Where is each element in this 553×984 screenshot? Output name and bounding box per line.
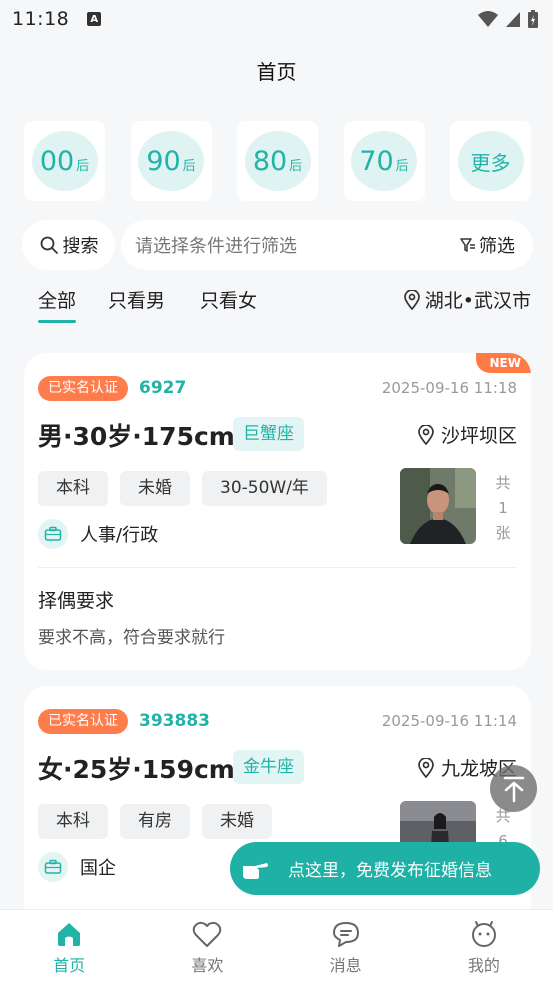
age-filter-suffix: 后: [76, 158, 90, 174]
profile-id: 6927: [139, 378, 187, 398]
profile-headline: 女·25岁·159cm: [38, 755, 235, 784]
photo-count-prefix: 共: [495, 474, 511, 492]
briefcase-icon: [38, 852, 68, 882]
nav-profile-label: 我的: [467, 956, 500, 975]
back-to-top-button[interactable]: [490, 765, 537, 812]
profile-job: 人事/行政: [38, 519, 158, 549]
age-filter-70[interactable]: 70 后: [343, 121, 425, 201]
district-label: 沙坪坝区: [440, 425, 517, 447]
profile-job: 国企: [38, 852, 116, 882]
requirement-title: 择偶要求: [38, 590, 115, 612]
location-pin-icon: [418, 424, 434, 445]
search-label: 搜索: [62, 236, 99, 257]
tag-housing: 有房: [120, 804, 190, 839]
requirement-text: 要求不高，符合要求就行: [38, 628, 225, 648]
profile-card[interactable]: NEW 已实名认证 6927 2025-09-16 11:18 男·30岁·17…: [24, 353, 531, 670]
home-icon: [53, 918, 85, 950]
filter-placeholder: 请选择条件进行筛选: [135, 236, 297, 257]
tab-female[interactable]: 只看女: [200, 286, 257, 313]
publish-banner-button[interactable]: 点这里，免费发布征婚信息: [230, 842, 540, 895]
location-pin-icon: [418, 757, 434, 778]
photo-count-number: 1: [498, 499, 508, 517]
age-filter-suffix: 后: [289, 158, 303, 174]
nav-messages-label: 消息: [329, 956, 362, 975]
search-row: 搜索 请选择条件进行筛选 筛选: [22, 220, 533, 270]
profile-photo[interactable]: [400, 468, 476, 544]
tag-marital: 未婚: [120, 471, 190, 506]
zodiac-badge: 金牛座: [233, 750, 304, 784]
tab-all[interactable]: 全部: [38, 286, 77, 323]
profile-district: 沙坪坝区: [417, 421, 517, 448]
location-selector[interactable]: 湖北•武汉市: [403, 286, 531, 313]
location-label: 湖北•武汉市: [424, 290, 531, 312]
briefcase-icon: [38, 519, 68, 549]
publish-banner-text: 点这里，免费发布征婚信息: [288, 861, 492, 881]
verified-badge: 已实名认证: [38, 709, 128, 734]
age-filter-00[interactable]: 00 后: [24, 121, 105, 201]
nav-likes-label: 喜欢: [191, 956, 224, 975]
filter-input[interactable]: 请选择条件进行筛选 筛选: [121, 220, 533, 270]
tag-marital: 未婚: [202, 804, 272, 839]
tab-male[interactable]: 只看男: [108, 286, 165, 313]
age-filter-suffix: 后: [182, 158, 196, 174]
profile-id: 393883: [139, 711, 210, 731]
heart-icon: [191, 918, 223, 950]
signal-icon: [506, 12, 520, 27]
age-filter-row: 00 后 90 后 80 后 70 后 更多: [24, 121, 531, 201]
tag-income: 30-50W/年: [202, 471, 327, 506]
tag-education: 本科: [38, 804, 108, 839]
location-pin-icon: [403, 289, 420, 310]
photo-count-suffix: 张: [495, 524, 511, 542]
search-icon: [40, 236, 58, 254]
age-filter-suffix: 后: [395, 158, 409, 174]
job-label: 国企: [80, 858, 116, 879]
profile-icon: [468, 918, 500, 950]
tag-education: 本科: [38, 471, 108, 506]
status-time: 11:18: [12, 8, 70, 30]
status-bar: 11:18 A: [0, 0, 553, 38]
battery-icon: [528, 10, 538, 28]
photo-count: 共 1 张: [490, 471, 516, 546]
gender-tabs: 全部 只看男 只看女 湖北•武汉市: [0, 286, 553, 330]
new-badge: NEW: [475, 353, 531, 373]
filter-button[interactable]: 筛选: [459, 232, 515, 258]
age-filter-num: 90: [146, 145, 181, 177]
verified-badge: 已实名认证: [38, 376, 128, 401]
zodiac-badge: 巨蟹座: [233, 417, 304, 451]
nav-messages[interactable]: 消息: [277, 910, 415, 984]
funnel-icon: [460, 238, 475, 252]
search-button[interactable]: 搜索: [22, 220, 115, 270]
message-icon: [330, 918, 362, 950]
profile-tags: 本科 未婚 30-50W/年: [38, 471, 327, 506]
pointing-hand-icon: [240, 854, 270, 884]
post-date: 2025-09-16 11:14: [381, 712, 517, 730]
filter-label: 筛选: [479, 236, 515, 257]
profile-tags: 本科 有房 未婚: [38, 804, 272, 839]
page-title: 首页: [256, 60, 297, 84]
nav-likes[interactable]: 喜欢: [138, 910, 276, 984]
nav-home-label: 首页: [53, 956, 86, 975]
job-label: 人事/行政: [80, 525, 159, 546]
post-date: 2025-09-16 11:18: [381, 379, 517, 397]
card-divider: [38, 567, 517, 568]
age-filter-num: 70: [359, 145, 394, 177]
nav-profile[interactable]: 我的: [415, 910, 553, 984]
nav-home[interactable]: 首页: [0, 910, 138, 984]
age-filter-num: 80: [252, 145, 288, 177]
wifi-icon: [478, 11, 498, 27]
notification-a-icon: A: [87, 12, 102, 26]
age-filter-more[interactable]: 更多: [450, 121, 531, 201]
age-filter-90[interactable]: 90 后: [130, 121, 212, 201]
bottom-navigation: 首页 喜欢 消息 我的: [0, 909, 553, 984]
profile-headline: 男·30岁·175cm: [38, 422, 235, 451]
age-filter-num: 00: [39, 145, 75, 177]
age-filter-80[interactable]: 80 后: [237, 121, 318, 201]
arrow-up-icon: [503, 776, 524, 802]
age-filter-more-label: 更多: [470, 150, 511, 175]
